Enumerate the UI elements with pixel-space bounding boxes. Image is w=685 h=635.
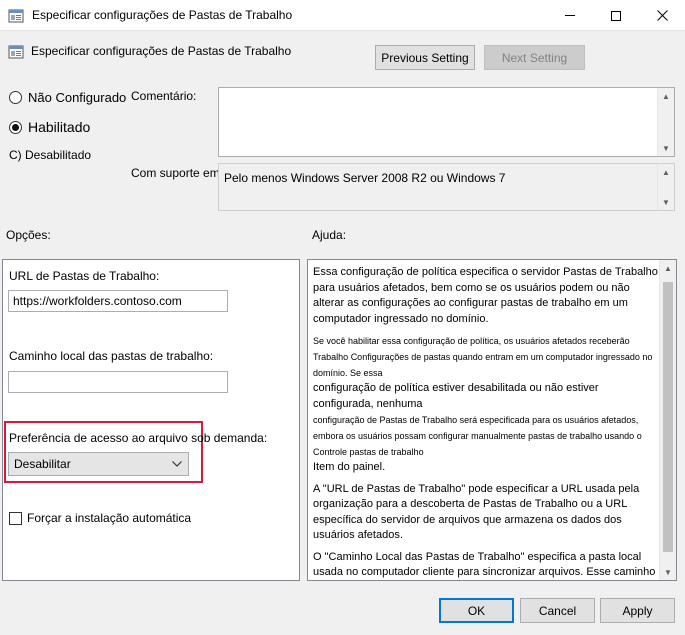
maximize-icon [611,10,621,21]
options-heading: Opções: [6,228,51,242]
scroll-thumb[interactable] [663,282,673,552]
help-paragraph: configuração de política estiver desabil… [313,382,599,410]
force-install-label: Forçar a instalação automática [27,511,192,525]
title-bar: Especificar configurações de Pastas de T… [0,0,685,31]
help-scrollbar[interactable]: ▲ ▼ [659,260,676,580]
window-title: Especificar configurações de Pastas de T… [32,8,293,22]
scroll-up-icon[interactable]: ▲ [658,164,674,180]
scroll-down-icon[interactable]: ▼ [658,140,674,156]
force-install-checkbox-row[interactable]: Forçar a instalação automática [9,511,191,525]
radio-label: Habilitado [28,119,91,135]
supported-field: Pelo menos Windows Server 2008 R2 ou Win… [218,163,675,211]
radio-circle-checked [9,120,22,134]
on-demand-label: Preferência de acesso ao arquivo sob dem… [9,431,268,445]
scroll-up-icon[interactable]: ▲ [658,88,674,104]
comment-scrollbar[interactable]: ▲ ▼ [657,88,674,156]
previous-setting-button[interactable]: Previous Setting [375,45,475,70]
url-label: URL de Pastas de Trabalho: [9,269,160,283]
comment-textarea[interactable]: ▲ ▼ [218,87,675,157]
on-demand-select[interactable]: Desabilitar [8,452,189,476]
apply-button[interactable]: Apply [600,598,675,623]
scroll-up-icon[interactable]: ▲ [660,260,676,276]
options-panel: URL de Pastas de Trabalho: https://workf… [2,259,300,581]
supported-value: Pelo menos Windows Server 2008 R2 ou Win… [224,171,506,185]
help-heading: Ajuda: [312,228,347,242]
minimize-button[interactable] [547,0,593,31]
close-button[interactable] [639,0,685,31]
help-paragraph: Item do painel. [313,461,386,473]
local-path-label: Caminho local das pastas de trabalho: [9,349,214,363]
ok-button[interactable]: OK [439,598,514,623]
minimize-icon [565,15,575,16]
local-path-input[interactable] [8,371,228,393]
radio-disabled[interactable]: C) Desabilitado [9,148,91,162]
url-value: https://workfolders.contoso.com [13,294,182,308]
scroll-down-icon[interactable]: ▼ [658,194,674,210]
help-text: Essa configuração de política especifica… [313,265,659,580]
next-setting-button[interactable]: Next Setting [484,45,585,70]
cancel-button[interactable]: Cancel [520,598,595,623]
maximize-button[interactable] [593,0,639,31]
policy-icon [8,8,24,24]
radio-not-configured[interactable]: Não Configurado [9,90,126,105]
url-input[interactable]: https://workfolders.contoso.com [8,290,228,312]
help-paragraph: configuração de Pastas de Trabalho será … [313,415,642,457]
radio-enabled[interactable]: Habilitado [9,119,90,135]
policy-icon [8,44,24,60]
help-paragraph: O "Caminho Local das Pastas de Trabalho"… [313,550,656,579]
on-demand-value: Desabilitar [14,457,71,471]
help-paragraph: Essa configuração de política especifica… [313,266,658,325]
radio-circle [9,91,22,104]
chevron-down-icon [172,461,182,467]
scroll-down-icon[interactable]: ▼ [660,564,676,580]
supported-label: Com suporte em: [131,166,224,180]
radio-label: Não Configurado [28,90,127,105]
checkbox[interactable] [9,511,22,525]
supported-scrollbar[interactable]: ▲ ▼ [657,164,674,210]
radio-label: C) Desabilitado [9,148,92,162]
help-paragraph: Se você habilitar essa configuração de p… [313,336,653,378]
help-paragraph: A "URL de Pastas de Trabalho" pode espec… [313,482,640,542]
close-icon [656,10,668,21]
comment-label: Comentário: [131,89,197,103]
help-panel: Essa configuração de política especifica… [307,259,677,581]
policy-header: Especificar configurações de Pastas de T… [31,44,292,58]
